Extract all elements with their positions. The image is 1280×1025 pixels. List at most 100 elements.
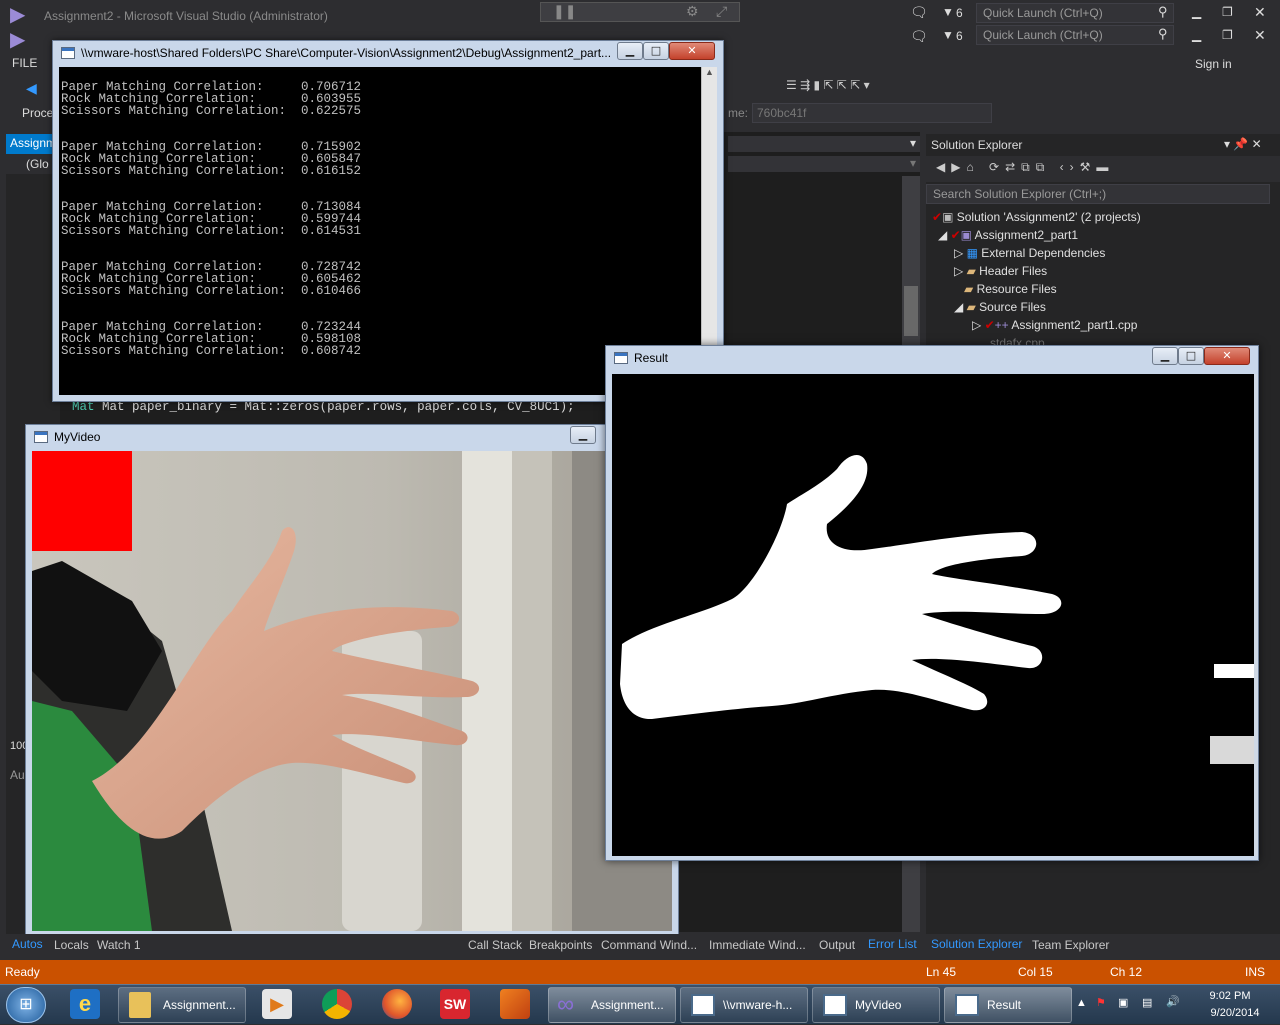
tab-team-explorer[interactable]: Team Explorer	[1032, 938, 1109, 952]
result-minimize-button[interactable]: ▁	[1152, 347, 1178, 365]
network-icon[interactable]: ▤	[1142, 996, 1152, 1009]
close-icon[interactable]: ✕	[1254, 4, 1266, 21]
minimize-icon[interactable]: ▁	[1192, 5, 1201, 19]
tree-header-files[interactable]: ▷ ▰ Header Files	[932, 262, 1272, 280]
back-icon[interactable]: ◀	[26, 80, 37, 97]
myvideo-window-icon-tb	[823, 994, 847, 1016]
clock-time[interactable]: 9:02 PM	[1200, 990, 1260, 1002]
process-label: Proce	[22, 106, 54, 120]
tab-immediate-window[interactable]: Immediate Wind...	[709, 938, 806, 952]
result-close-button[interactable]: ✕	[1204, 347, 1250, 365]
result-window: Result ▁ □ ✕	[605, 345, 1259, 861]
member-dropdown[interactable]: ▾	[728, 136, 920, 152]
result-edge	[1254, 374, 1258, 856]
result-title-bar[interactable]: Result ▁ □ ✕	[606, 346, 1258, 372]
sign-in-link[interactable]: Sign in	[1195, 57, 1232, 71]
console-minimize-button[interactable]: ▁	[617, 42, 643, 60]
result-title: Result	[634, 351, 669, 365]
firefox-icon[interactable]	[382, 989, 412, 1019]
windows-taskbar: ⊞ e Assignment... ▶ SW ∞ Assignment... \…	[0, 984, 1280, 1024]
windows-logo-icon: ⊞	[19, 996, 33, 1013]
notification-filter-icon[interactable]: ▼	[942, 5, 954, 19]
result-maximize-button[interactable]: □	[1178, 347, 1204, 365]
search-icon-2[interactable]: ⚲	[1158, 26, 1168, 42]
vs-logo-icon-2: ▶	[10, 27, 26, 51]
vs-logo-icon: ▶	[10, 2, 26, 26]
se-search-input[interactable]: Search Solution Explorer (Ctrl+;)	[926, 184, 1270, 204]
console-title-bar[interactable]: \\vmware-host\Shared Folders\PC Share\Co…	[53, 41, 723, 67]
console-window-icon	[61, 47, 75, 59]
console-line-scissors: Scissors Matching Correlation: 0.610466	[61, 284, 362, 298]
folder-icon	[129, 992, 151, 1018]
console-title: \\vmware-host\Shared Folders\PC Share\Co…	[81, 46, 612, 60]
tab-watch[interactable]: Watch 1	[97, 938, 141, 952]
tab-output[interactable]: Output	[819, 938, 855, 952]
se-controls[interactable]: ▾ 📌 ✕	[1224, 137, 1262, 151]
tree-resource-files[interactable]: ▰ Resource Files	[932, 280, 1272, 298]
tab-call-stack[interactable]: Call Stack	[468, 938, 522, 952]
code-line[interactable]: Mat Mat paper_binary = Mat::zeros(paper.…	[72, 400, 575, 414]
clock-date[interactable]: 9/20/2014	[1200, 1007, 1270, 1019]
feedback-icon[interactable]: 🗨	[910, 4, 928, 21]
scope-dropdown[interactable]: (Glo	[6, 154, 56, 174]
tree-project[interactable]: ◢ ✔▣ Assignment2_part1	[932, 226, 1272, 244]
action-center-icon[interactable]: ⚑	[1096, 996, 1106, 1009]
member-dropdown-2[interactable]: ▾	[728, 156, 920, 172]
pause-icon[interactable]: ❚❚	[553, 3, 576, 20]
minimize-icon-2[interactable]: ▁	[1192, 28, 1201, 42]
chrome-icon[interactable]	[322, 989, 352, 1019]
console-blank	[61, 177, 701, 201]
status-line: Ln 45	[926, 965, 957, 979]
se-tree: ✔▣ Solution 'Assignment2' (2 projects) ◢…	[932, 208, 1272, 352]
tab-locals[interactable]: Locals	[54, 938, 89, 952]
doc-tab[interactable]: Assignm	[6, 134, 56, 154]
gear-icon[interactable]: ⚙	[686, 3, 699, 20]
quick-launch-input[interactable]: Quick Launch (Ctrl+Q)	[976, 3, 1174, 23]
tray-expand-icon[interactable]: ▲	[1076, 997, 1087, 1009]
console-maximize-button[interactable]: □	[643, 42, 669, 60]
tree-source-files[interactable]: ◢ ▰ Source Files	[932, 298, 1272, 316]
toolbar-icons[interactable]: ☰ ⇶ ▮ ⇱ ⇱ ⇱ ▾	[786, 78, 870, 92]
volume-icon[interactable]: 🔊	[1166, 995, 1180, 1008]
tab-autos[interactable]: Autos	[12, 937, 43, 951]
notification-count-2: 6	[956, 29, 963, 43]
status-column: Col 15	[1018, 965, 1053, 979]
tab-breakpoints[interactable]: Breakpoints	[529, 938, 592, 952]
console-line-scissors: Scissors Matching Correlation: 0.614531	[61, 224, 362, 238]
internet-explorer-icon[interactable]: e	[70, 989, 100, 1019]
taskbar-console[interactable]: \\vmware-h...	[680, 987, 808, 1023]
console-close-button[interactable]: ✕	[669, 42, 715, 60]
status-ready: Ready	[5, 965, 40, 979]
bottom-tool-tabs: Autos Locals Watch 1 Call Stack Breakpoi…	[0, 934, 1280, 956]
device-icon[interactable]: ▣	[1118, 996, 1128, 1009]
tab-solution-explorer[interactable]: Solution Explorer	[931, 937, 1022, 951]
taskbar-visual-studio[interactable]: ∞ Assignment...	[548, 987, 676, 1023]
tab-command-window[interactable]: Command Wind...	[601, 938, 697, 952]
search-icon[interactable]: ⚲	[1158, 4, 1168, 20]
se-toolbar[interactable]: ◀▶⌂ ⟳⇄⧉⧉ ‹›⚒▬	[926, 156, 1280, 182]
myvideo-minimize-button[interactable]: ▁	[570, 426, 596, 444]
start-button[interactable]: ⊞	[6, 987, 46, 1023]
taskbar-myvideo[interactable]: MyVideo	[812, 987, 940, 1023]
debug-toolbar[interactable]: ❚❚ ⚙ ⤢	[540, 2, 740, 22]
taskbar-result[interactable]: Result	[944, 987, 1072, 1023]
tree-ext-deps[interactable]: ▷ ▦ External Dependencies	[932, 244, 1272, 262]
myvideo-title-bar[interactable]: MyVideo ▁	[26, 425, 678, 451]
restore-icon[interactable]: ❐	[1222, 5, 1233, 19]
camera-image	[32, 451, 672, 931]
solidworks-icon[interactable]: SW	[440, 989, 470, 1019]
tree-solution[interactable]: ✔▣ Solution 'Assignment2' (2 projects)	[932, 208, 1272, 226]
restore-icon-2[interactable]: ❐	[1222, 28, 1233, 42]
matlab-icon[interactable]	[500, 989, 530, 1019]
media-player-icon[interactable]: ▶	[262, 989, 292, 1019]
close-icon-2[interactable]: ✕	[1254, 27, 1266, 44]
tab-error-list[interactable]: Error List	[868, 937, 917, 951]
quick-launch-input-2[interactable]: Quick Launch (Ctrl+Q)	[976, 25, 1174, 45]
feedback-icon-2[interactable]: 🗨	[910, 28, 928, 45]
menu-file[interactable]: FILE	[12, 56, 37, 70]
tree-cpp-file[interactable]: ▷ ✔++ Assignment2_part1.cpp	[932, 316, 1272, 334]
stack-frame-dropdown[interactable]: 760bc41f	[752, 103, 992, 123]
notification-filter-icon-2[interactable]: ▼	[942, 28, 954, 42]
taskbar-explorer[interactable]: Assignment...	[118, 987, 246, 1023]
expand-icon[interactable]: ⤢	[716, 3, 727, 20]
